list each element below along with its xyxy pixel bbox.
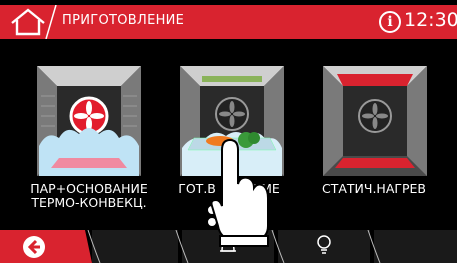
touch-hand-icon: [206, 138, 269, 247]
program-steam-convection[interactable]: [37, 66, 141, 176]
program-static-heat[interactable]: [323, 66, 427, 176]
static-heat-oven-icon: [323, 66, 427, 176]
program-label-steam-convection: ПАР+ОСНОВАНИЕ ТЕРМО-КОНВЕКЦ.: [30, 181, 148, 210]
program-label-static-heat: СТАТИЧ.НАГРЕВ: [321, 181, 427, 196]
clock: 12:30: [404, 9, 457, 31]
home-icon: [11, 8, 45, 36]
title-divider: [45, 5, 57, 39]
top-bar: ПРИГОТОВЛЕНИЕ i 12:30: [0, 0, 457, 44]
info-button[interactable]: i: [379, 11, 401, 33]
steam-fan-bottom-oven-icon: [37, 66, 141, 176]
page-title: ПРИГОТОВЛЕНИЕ: [62, 13, 185, 28]
